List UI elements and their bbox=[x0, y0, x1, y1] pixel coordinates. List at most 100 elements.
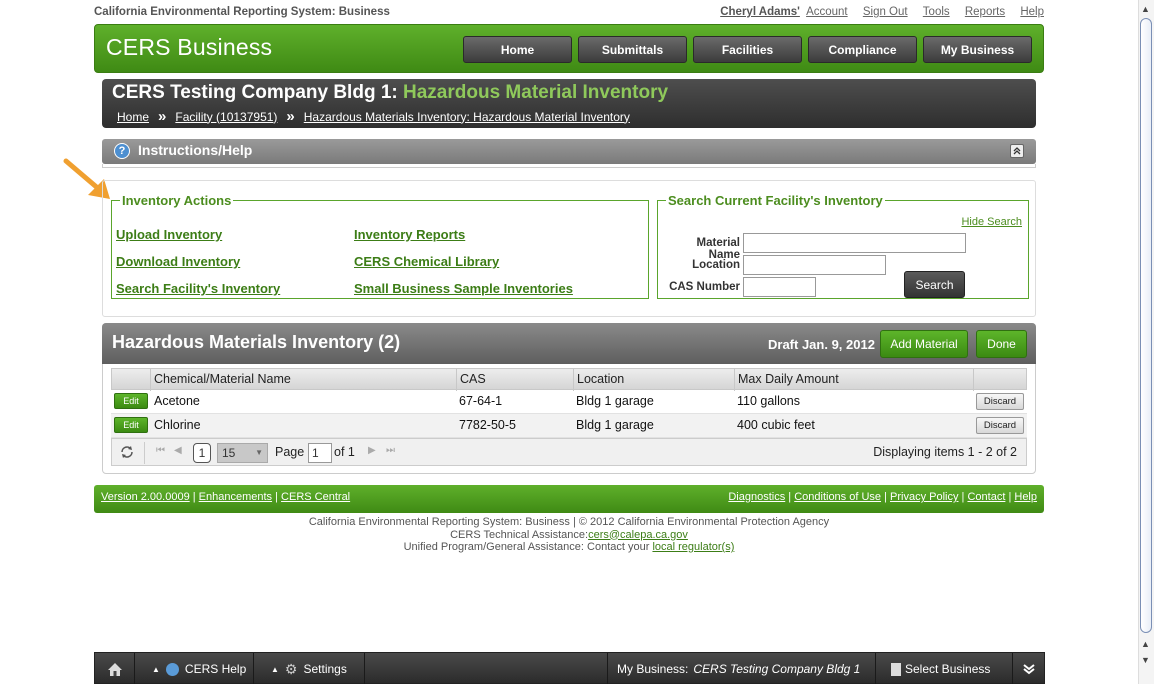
settings-label: Settings bbox=[303, 662, 347, 676]
discard-button[interactable]: Discard bbox=[976, 393, 1024, 410]
main-nav: Home Submittals Facilities Compliance My… bbox=[463, 36, 1032, 63]
collapse-dock-icon[interactable] bbox=[1013, 653, 1045, 684]
conditions-of-use-link[interactable]: Conditions of Use bbox=[794, 491, 881, 503]
footer-separator: | bbox=[192, 491, 196, 503]
column-header-max-daily-amount[interactable]: Max Daily Amount bbox=[738, 372, 839, 386]
upload-inventory-link[interactable]: Upload Inventory bbox=[116, 227, 222, 242]
scroll-up-icon[interactable]: ▲ bbox=[1141, 639, 1150, 649]
grid-pager: ⏮ ◀ 1 15 ▼ Page 1 of 1 ▶ ⏭ Displaying it… bbox=[111, 438, 1027, 466]
column-header-cas[interactable]: CAS bbox=[460, 372, 486, 386]
location-input[interactable] bbox=[743, 255, 886, 275]
first-page-icon[interactable]: ⏮ bbox=[156, 445, 165, 456]
my-business-value: CERS Testing Company Bldg 1 bbox=[693, 662, 861, 676]
nav-compliance-button[interactable]: Compliance bbox=[808, 36, 917, 63]
page-label: Page bbox=[275, 445, 305, 459]
page-title-highlight: Hazardous Material Inventory bbox=[403, 82, 669, 103]
cell-cas: 67-64-1 bbox=[459, 394, 503, 408]
next-page-icon[interactable]: ▶ bbox=[368, 445, 376, 456]
instructions-help-bar[interactable]: ? Instructions/Help bbox=[102, 139, 1036, 164]
scroll-up-icon[interactable]: ▲ bbox=[1141, 4, 1150, 14]
edit-button[interactable]: Edit bbox=[114, 393, 148, 409]
add-material-button[interactable]: Add Material bbox=[880, 330, 968, 358]
home-icon[interactable] bbox=[95, 653, 135, 684]
page-of-label: of 1 bbox=[334, 445, 355, 459]
bottom-dock: ▲ CERS Help ▲ ⚙ Settings My Business: CE… bbox=[94, 652, 1045, 684]
general-assistance-label: Unified Program/General Assistance: Cont… bbox=[403, 541, 650, 553]
footer-right-links: Diagnostics | Conditions of Use | Privac… bbox=[728, 491, 1037, 503]
system-name: California Environmental Reporting Syste… bbox=[94, 6, 390, 18]
gear-icon: ⚙ bbox=[284, 660, 298, 677]
nav-home-button[interactable]: Home bbox=[463, 36, 572, 63]
technical-assistance-label: CERS Technical Assistance: bbox=[450, 528, 589, 541]
info-icon bbox=[165, 662, 179, 676]
cell-cas: 7782-50-5 bbox=[459, 418, 516, 432]
prev-page-icon[interactable]: ◀ bbox=[174, 445, 182, 456]
cell-name: Chlorine bbox=[154, 418, 201, 432]
my-business-indicator: My Business: CERS Testing Company Bldg 1 bbox=[607, 653, 876, 684]
footer-separator: | bbox=[961, 491, 965, 503]
page-title-panel: CERS Testing Company Bldg 1: Hazardous M… bbox=[102, 79, 1036, 128]
sign-out-link[interactable]: Sign Out bbox=[863, 6, 908, 18]
search-button[interactable]: Search bbox=[904, 271, 965, 298]
cers-business-logo[interactable]: CERS Business bbox=[106, 34, 272, 61]
page-size-select[interactable]: 15 ▼ bbox=[217, 443, 268, 463]
cers-help-menu[interactable]: ▲ CERS Help bbox=[135, 653, 254, 684]
chevron-down-icon: ▼ bbox=[255, 448, 263, 457]
collapse-icon[interactable] bbox=[1010, 144, 1024, 158]
inventory-reports-link[interactable]: Inventory Reports bbox=[354, 227, 465, 242]
breadcrumb-facility[interactable]: Facility (10137951) bbox=[175, 110, 277, 124]
select-business-label: Select Business bbox=[905, 662, 991, 676]
material-name-input[interactable] bbox=[743, 233, 966, 253]
current-page-number[interactable]: 1 bbox=[193, 443, 211, 463]
account-link[interactable]: Account bbox=[806, 6, 848, 18]
done-button[interactable]: Done bbox=[976, 330, 1027, 358]
cell-location: Bldg 1 garage bbox=[576, 418, 654, 432]
sample-inventories-link[interactable]: Small Business Sample Inventories bbox=[354, 281, 573, 296]
table-row: Edit Acetone 67-64-1 Bldg 1 garage 110 g… bbox=[111, 390, 1027, 414]
help-link[interactable]: Help bbox=[1020, 6, 1044, 18]
tools-link[interactable]: Tools bbox=[923, 6, 950, 18]
search-facility-inventory-link[interactable]: Search Facility's Inventory bbox=[116, 281, 280, 296]
select-business-button[interactable]: Select Business bbox=[876, 653, 1013, 684]
breadcrumb-inventory[interactable]: Hazardous Materials Inventory: Hazardous… bbox=[304, 110, 630, 124]
site-header: CERS Business Home Submittals Facilities… bbox=[94, 24, 1044, 73]
nav-facilities-button[interactable]: Facilities bbox=[693, 36, 802, 63]
footer-separator: | bbox=[275, 491, 278, 503]
instructions-panel-body bbox=[102, 164, 1036, 168]
scroll-down-icon[interactable]: ▼ bbox=[1141, 655, 1150, 665]
cas-number-input[interactable] bbox=[743, 277, 816, 297]
cell-name: Acetone bbox=[154, 394, 200, 408]
user-name-link[interactable]: Cheryl Adams' bbox=[720, 6, 800, 18]
chemical-library-link[interactable]: CERS Chemical Library bbox=[354, 254, 499, 269]
discard-button[interactable]: Discard bbox=[976, 417, 1024, 434]
edit-button[interactable]: Edit bbox=[114, 417, 148, 433]
hide-search-link[interactable]: Hide Search bbox=[961, 216, 1022, 228]
diagnostics-link[interactable]: Diagnostics bbox=[728, 491, 785, 503]
copyright-block: California Environmental Reporting Syste… bbox=[94, 516, 1044, 554]
nav-my-business-button[interactable]: My Business bbox=[923, 36, 1032, 63]
enhancements-link[interactable]: Enhancements bbox=[199, 491, 272, 503]
display-count: Displaying items 1 - 2 of 2 bbox=[873, 445, 1017, 459]
column-header-name[interactable]: Chemical/Material Name bbox=[154, 372, 291, 386]
breadcrumb-home[interactable]: Home bbox=[117, 110, 149, 124]
refresh-icon[interactable] bbox=[118, 444, 136, 462]
privacy-policy-link[interactable]: Privacy Policy bbox=[890, 491, 958, 503]
support-email-link[interactable]: cers@calepa.ca.gov bbox=[588, 529, 688, 541]
page-title: CERS Testing Company Bldg 1: Hazardous M… bbox=[112, 82, 668, 104]
last-page-icon[interactable]: ⏭ bbox=[386, 445, 395, 456]
download-inventory-link[interactable]: Download Inventory bbox=[116, 254, 240, 269]
reports-link[interactable]: Reports bbox=[965, 6, 1005, 18]
footer-separator: | bbox=[884, 491, 887, 503]
settings-menu[interactable]: ▲ ⚙ Settings bbox=[254, 653, 365, 684]
footer-help-link[interactable]: Help bbox=[1014, 491, 1037, 503]
version-link[interactable]: Version 2.00.0009 bbox=[101, 491, 190, 503]
nav-submittals-button[interactable]: Submittals bbox=[578, 36, 687, 63]
breadcrumb-separator: » bbox=[158, 108, 167, 125]
footer-separator: | bbox=[788, 491, 792, 503]
contact-link[interactable]: Contact bbox=[967, 491, 1005, 503]
page-input[interactable]: 1 bbox=[308, 443, 332, 463]
cers-central-link[interactable]: CERS Central bbox=[281, 491, 350, 503]
scrollbar-thumb[interactable] bbox=[1140, 18, 1152, 633]
local-regulator-link[interactable]: local regulator(s) bbox=[652, 541, 734, 553]
column-header-location[interactable]: Location bbox=[577, 372, 624, 386]
